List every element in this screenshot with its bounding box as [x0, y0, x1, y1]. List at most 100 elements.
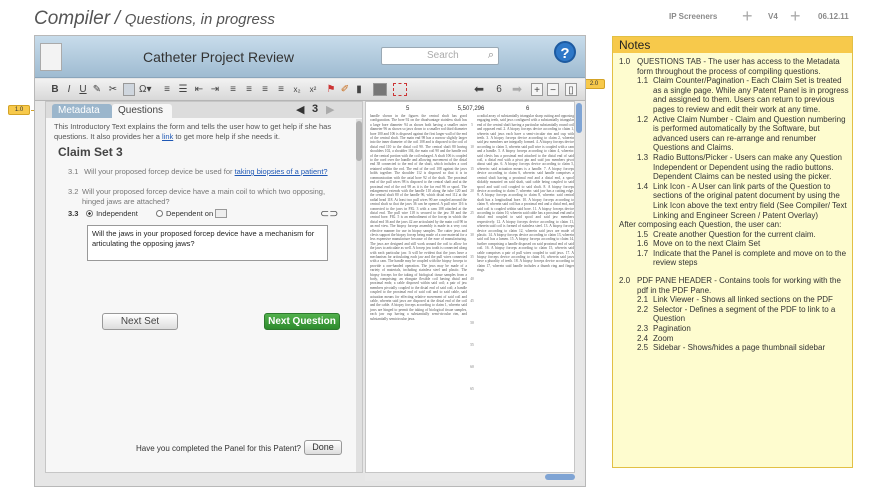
note-text: Radio Buttons/Picker - Users can make an…: [653, 152, 842, 182]
help-icon[interactable]: ?: [554, 41, 576, 63]
tab-metadata[interactable]: Metadata: [52, 104, 112, 118]
tab-questions[interactable]: Questions: [112, 104, 172, 118]
screeners-label: IP Screeners: [669, 12, 718, 21]
note-text: Link Viewer - Shows all linked sections …: [653, 295, 833, 305]
note-item: 1.0 QUESTIONS TAB - The user has access t…: [619, 57, 851, 76]
justify-icon[interactable]: ≡: [275, 83, 287, 96]
prev-page-icon[interactable]: ⬅: [473, 83, 485, 96]
note-number: 2.2: [637, 304, 649, 314]
title-bar: Catheter Project Review Search ⌕ ?: [35, 36, 585, 78]
underline-icon[interactable]: U: [77, 83, 89, 96]
search-icon[interactable]: ⌕: [488, 49, 494, 62]
note-number: 2.5: [637, 343, 649, 353]
next-claim-icon[interactable]: ▶: [326, 103, 334, 116]
note-text: Zoom: [653, 333, 674, 343]
link-viewer-icon[interactable]: [373, 83, 387, 96]
done-button[interactable]: Done: [304, 440, 342, 455]
page-title: Compiler / Questions, in progress: [34, 8, 275, 30]
callout-2-0: 2.0: [583, 79, 605, 89]
pdf-col-right-number: 6: [526, 106, 530, 112]
note-text: Pagination: [653, 324, 691, 334]
help-link[interactable]: link: [162, 132, 173, 141]
next-set-button[interactable]: Next Set: [102, 313, 178, 330]
zoom-in-icon[interactable]: +: [531, 83, 543, 96]
note-item: 1.6 Move on to the next Claim Set: [619, 239, 851, 249]
page-title-main: Compiler: [34, 8, 111, 29]
superscript-icon[interactable]: x²: [307, 83, 319, 96]
note-item: After composing each Question, the user …: [619, 220, 851, 230]
cut-icon[interactable]: ✂: [107, 83, 119, 96]
note-item: 1.7 Indicate that the Panel is complete a…: [619, 249, 851, 268]
omega-icon[interactable]: Ω▾: [139, 83, 152, 96]
pdf-scrollbar-thumb[interactable]: [576, 103, 582, 133]
sidebar-toggle-icon[interactable]: ▯: [565, 83, 577, 96]
pdf-hscroll-thumb[interactable]: [545, 474, 575, 480]
pdf-vertical-scrollbar[interactable]: [575, 101, 583, 473]
align-right-icon[interactable]: ≡: [259, 83, 271, 96]
note-item: 2.0 PDF PANE HEADER - Contains tools for …: [619, 276, 851, 295]
question-number: 3.1: [68, 167, 79, 176]
independent-radio[interactable]: [86, 210, 94, 217]
add-screen-icon[interactable]: +: [742, 6, 753, 27]
dependent-radio[interactable]: [156, 210, 163, 217]
bullet-list-icon[interactable]: ☰: [177, 83, 189, 96]
subscript-icon[interactable]: x₂: [291, 83, 303, 96]
note-number: 1.5: [637, 229, 649, 239]
note-item: 2.3 Pagination: [619, 324, 851, 334]
indent-icon[interactable]: ⇥: [209, 83, 221, 96]
page-title-separator: /: [114, 8, 121, 29]
note-text: Indicate that the Panel is complete and …: [653, 248, 847, 268]
note-number: 2.1: [637, 295, 649, 305]
align-center-icon[interactable]: ≡: [243, 83, 255, 96]
note-text: Selector - Defines a segment of the PDF …: [653, 304, 836, 324]
questions-panel: Metadata Questions ◀ 3 ▶ This Introducto…: [45, 101, 363, 473]
date-label: 06.12.11: [818, 12, 849, 21]
bold-icon[interactable]: B: [49, 83, 61, 96]
numbered-list-icon[interactable]: ≡: [161, 83, 173, 96]
note-number: 2.0: [619, 276, 631, 286]
question-link[interactable]: taking biopsies of a patient?: [235, 167, 328, 176]
note-item: 1.5 Create another Question for the curre…: [619, 230, 851, 240]
notes-panel: Notes 1.0 QUESTIONS TAB - The user has ac…: [612, 36, 853, 468]
panel-scrollbar[interactable]: [356, 119, 362, 472]
app-logo: [40, 43, 62, 71]
dependent-picker[interactable]: [215, 209, 228, 218]
intro-text-end: to get more help if she needs it.: [173, 132, 280, 141]
panel-tabs: Metadata Questions ◀ 3 ▶: [46, 102, 362, 118]
italic-icon[interactable]: I: [63, 83, 75, 96]
note-text: Link Icon - A User can link parts of the…: [653, 181, 847, 220]
paste-icon[interactable]: [123, 83, 135, 96]
align-left-icon[interactable]: ≡: [227, 83, 239, 96]
question-number: 3.3: [68, 209, 79, 218]
selector-icon[interactable]: [393, 83, 407, 96]
note-text: After composing each Question, the user …: [619, 220, 782, 230]
note-number: 1.2: [637, 114, 649, 124]
prev-claim-icon[interactable]: ◀: [296, 103, 304, 116]
pdf-column-right: a radial array of substantially triangul…: [477, 114, 575, 273]
scrollbar-thumb[interactable]: [356, 121, 362, 161]
note-text: PDF PANE HEADER - Contains tools for wor…: [637, 276, 841, 295]
search-placeholder: Search: [427, 50, 459, 61]
note-number: 1.4: [637, 181, 649, 191]
search-input[interactable]: Search ⌕: [381, 47, 499, 65]
next-question-button[interactable]: Next Question: [264, 313, 340, 330]
flag-icon[interactable]: ⚑: [325, 83, 337, 96]
note-number: 1.7: [637, 248, 649, 258]
note-text: Create another Question for the current …: [653, 229, 816, 239]
note-item: 1.1 Claim Counter/Pagination - Each Claim…: [619, 76, 851, 114]
add-version-icon[interactable]: +: [790, 6, 801, 27]
note-number: 2.3: [637, 324, 649, 334]
outdent-icon[interactable]: ⇤: [193, 83, 205, 96]
note-item: 1.2 Active Claim Number - Claim and Quest…: [619, 115, 851, 153]
link-icon[interactable]: ⊂⊃: [320, 207, 338, 220]
next-page-icon[interactable]: ➡: [511, 83, 523, 96]
zoom-out-icon[interactable]: −: [547, 83, 559, 96]
book-icon[interactable]: ▮: [353, 83, 365, 96]
pdf-horizontal-scrollbar[interactable]: [365, 473, 583, 481]
question-text-field[interactable]: Will the jaws in your proposed forcep de…: [87, 225, 328, 261]
notes-title: Notes: [613, 37, 852, 53]
note-item: 2.4 Zoom: [619, 334, 851, 344]
paint-icon[interactable]: ✐: [339, 83, 351, 96]
note-number: 2.4: [637, 333, 649, 343]
eraser-icon[interactable]: ✎: [91, 83, 103, 96]
